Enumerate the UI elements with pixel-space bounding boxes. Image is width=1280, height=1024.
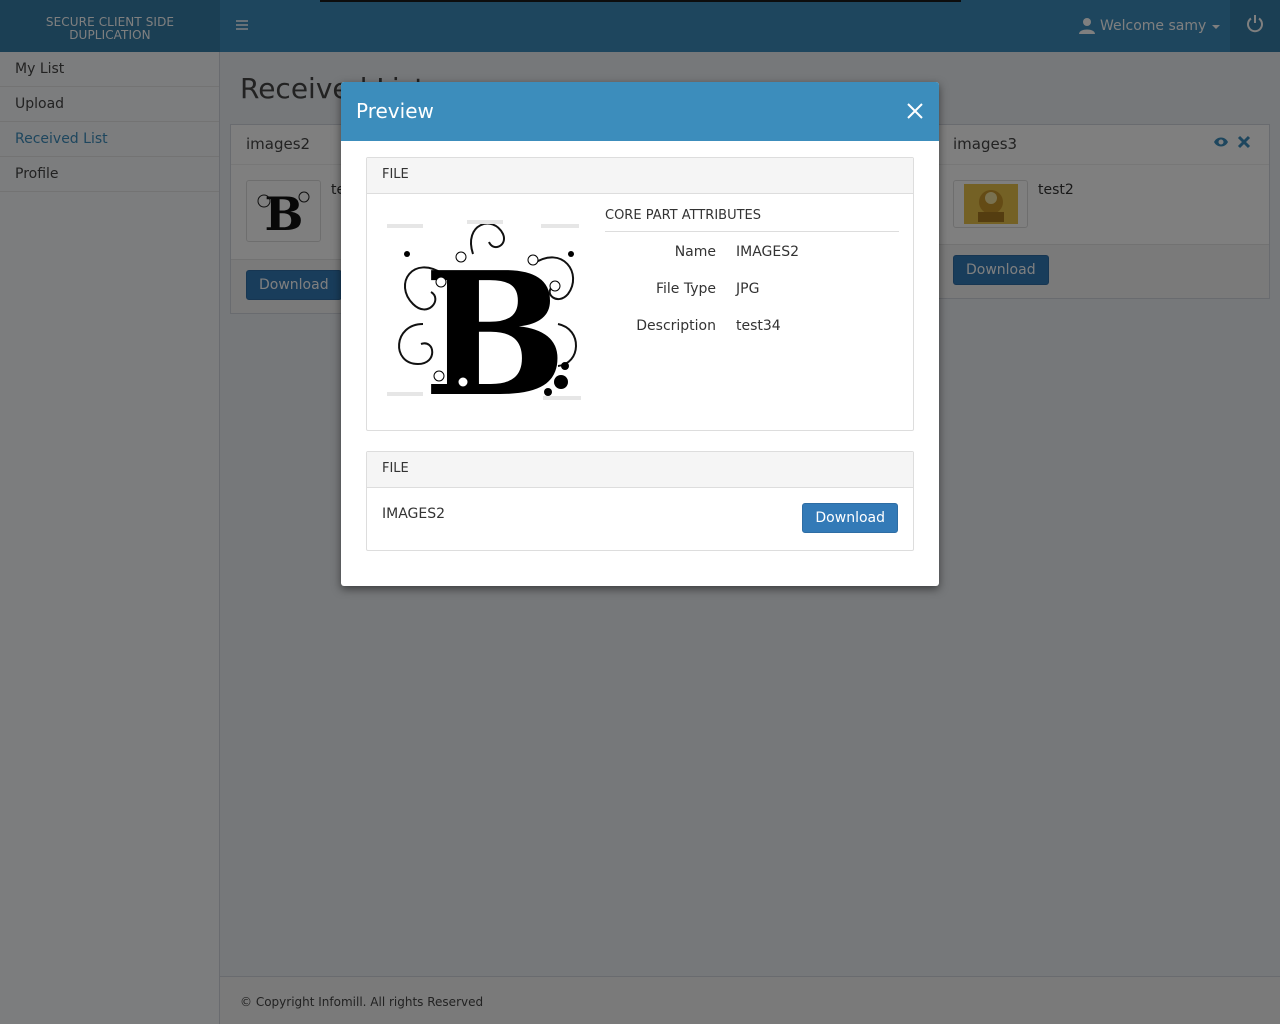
attributes-heading: CORE PART ATTRIBUTES	[605, 208, 899, 232]
attribute-value: IMAGES2	[736, 244, 800, 260]
attribute-row-description: Description test34	[605, 318, 899, 334]
attribute-row-file-type: File Type JPG	[605, 281, 899, 297]
modal-title: Preview	[356, 99, 434, 123]
svg-text:B: B	[423, 235, 567, 404]
attribute-key: Name	[674, 244, 716, 260]
panel-heading: FILE	[367, 452, 913, 488]
preview-modal: Preview FILE B CORE PART ATTRIBUTES Name…	[341, 82, 939, 586]
attribute-key: File Type	[655, 281, 716, 297]
file-name: IMAGES2	[382, 506, 446, 522]
attribute-row-name: Name IMAGES2	[605, 244, 899, 260]
attribute-key: Description	[636, 318, 716, 334]
panel-heading: FILE	[367, 158, 913, 194]
file-download-panel: FILE IMAGES2 Download	[366, 451, 914, 551]
file-preview-panel: FILE B CORE PART ATTRIBUTES Name IMAGES2…	[366, 157, 914, 435]
modal-header: Preview	[341, 82, 939, 141]
close-icon[interactable]	[905, 101, 925, 121]
file-preview-image: B	[383, 214, 585, 435]
modal-download-button[interactable]: Download	[802, 503, 898, 533]
attribute-value: test34	[736, 318, 781, 334]
attribute-value: JPG	[736, 281, 760, 297]
